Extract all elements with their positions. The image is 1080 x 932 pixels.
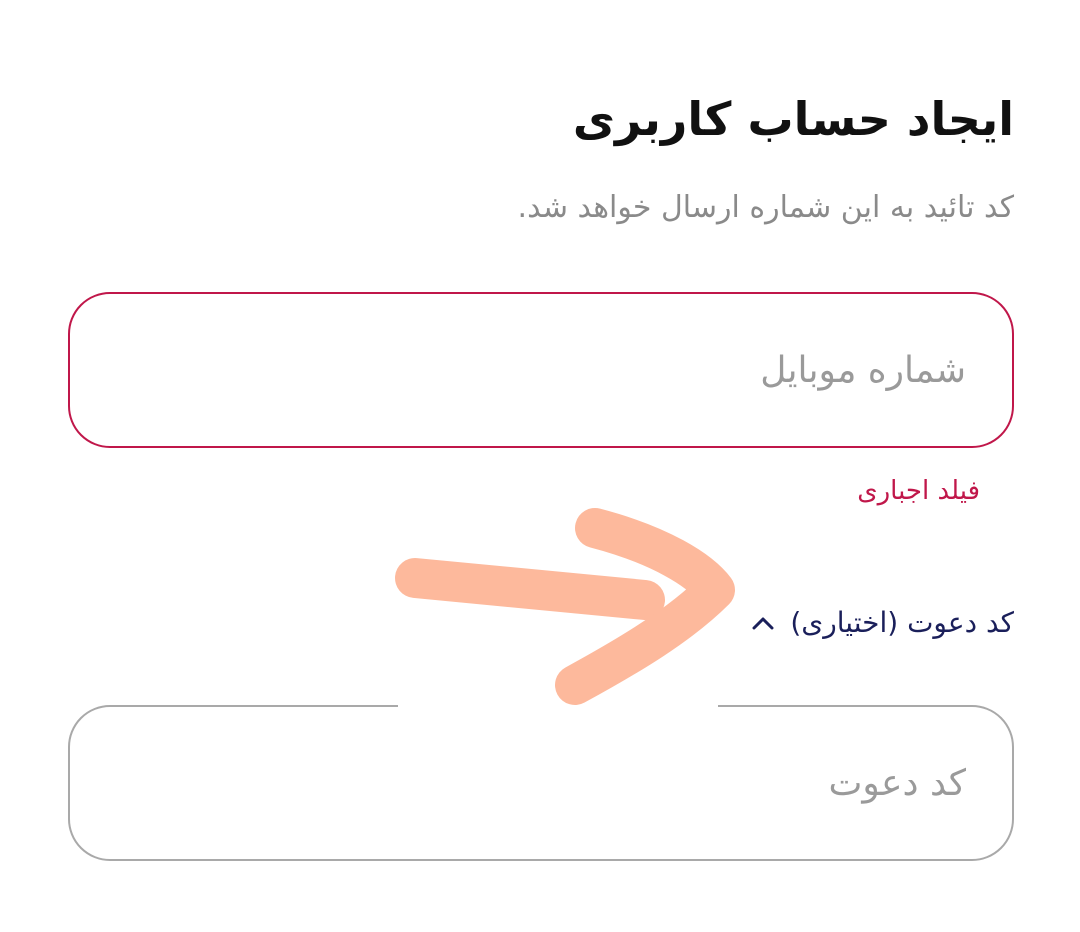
invite-code-input-box[interactable] (68, 705, 1014, 861)
mobile-input-box[interactable] (68, 292, 1014, 448)
mobile-error-text: فیلد اجباری (857, 476, 980, 506)
page-subtitle: کد تائید به این شماره ارسال خواهد شد. (517, 190, 1014, 225)
invite-code-toggle[interactable]: کد دعوت (اختیاری) (750, 606, 1014, 639)
mobile-input[interactable] (70, 294, 1012, 446)
invite-toggle-label: کد دعوت (اختیاری) (790, 606, 1014, 639)
invite-code-input[interactable] (70, 707, 1012, 859)
signup-page: ایجاد حساب کاربری کد تائید به این شماره … (0, 0, 1080, 932)
cropped-text-strip (64, 0, 1014, 8)
border-gap (398, 700, 718, 710)
page-title: ایجاد حساب کاربری (572, 92, 1014, 146)
chevron-up-icon (750, 610, 776, 636)
